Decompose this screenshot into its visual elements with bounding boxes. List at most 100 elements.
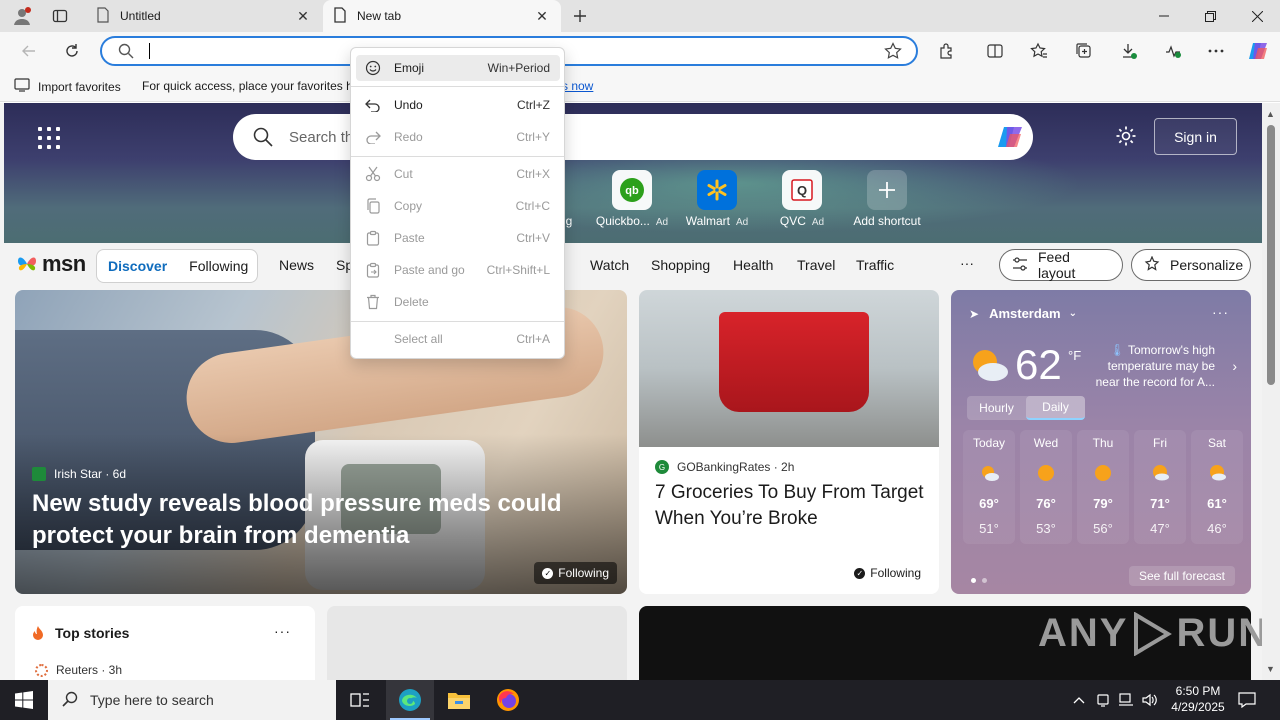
following-label: Following [558,566,609,580]
performance-icon[interactable] [1158,36,1188,66]
weather-location[interactable]: ➤ Amsterdam ⌄ [969,306,1077,321]
personalize-button[interactable]: Personalize [1131,249,1251,281]
menu-item-emoji[interactable]: Emoji Win+Period [356,55,560,81]
start-button[interactable] [0,680,48,720]
tab-new-tab[interactable]: New tab ✕ [323,0,561,32]
carousel-dot[interactable] [982,578,987,583]
import-favorites-button[interactable]: Import favorites [14,78,121,95]
extensions-icon[interactable] [932,36,962,66]
refresh-button[interactable] [57,36,87,66]
nav-more-button[interactable]: ··· [960,255,974,271]
menu-item-redo[interactable]: Redo Ctrl+Y [356,124,560,150]
mode-hourly[interactable]: Hourly [967,396,1026,420]
feed-layout-button[interactable]: Feed layout [999,249,1123,281]
taskbar-edge[interactable] [386,680,434,720]
news-headline[interactable]: 7 Groceries To Buy From Target When You’… [655,480,925,532]
add-shortcut-button[interactable]: Add shortcut [848,170,926,228]
page-scrollbar[interactable]: ▲ ▼ [1262,103,1280,680]
nav-news[interactable]: News [279,257,314,273]
nav-travel[interactable]: Travel [797,257,835,273]
scroll-up-arrow-icon[interactable]: ▲ [1266,109,1275,119]
menu-item-paste[interactable]: Paste Ctrl+V [356,225,560,251]
scroll-thumb[interactable] [1267,125,1275,385]
tab-actions-icon[interactable] [46,4,74,28]
nav-watch[interactable]: Watch [590,257,629,273]
weather-more-icon[interactable]: ··· [1212,304,1229,320]
carousel-dot[interactable] [971,578,976,583]
anyrun-watermark: ANY RUN [1038,611,1269,656]
close-tab-icon[interactable]: ✕ [294,8,312,25]
notifications-button[interactable] [1232,680,1262,720]
scroll-down-arrow-icon[interactable]: ▼ [1266,664,1275,674]
menu-item-label: Select all [394,332,443,346]
menu-item-paste-and-go[interactable]: Paste and go Ctrl+Shift+L [356,257,560,283]
manage-favorites-link[interactable]: s now [562,79,593,93]
apps-launcher-icon[interactable] [38,127,60,149]
minimize-button[interactable] [1141,0,1187,32]
more-options-icon[interactable]: ··· [274,623,291,639]
see-full-forecast-button[interactable]: See full forecast [1128,566,1235,586]
favorites-icon[interactable] [1024,36,1054,66]
menu-item-delete[interactable]: Delete [356,289,560,315]
text-cursor [149,43,150,59]
new-tab-button[interactable] [566,4,594,28]
weather-notice[interactable]: 🌡 Tomorrow's high temperature may be nea… [1095,342,1215,390]
tab-untitled[interactable]: Untitled ✕ [86,0,322,32]
msn-logo[interactable]: msn [16,251,86,277]
top-stories-card[interactable]: Top stories ··· Reuters · 3h [15,606,315,680]
nav-shopping[interactable]: Shopping [651,257,710,273]
menu-item-copy[interactable]: Copy Ctrl+C [356,193,560,219]
copilot-icon[interactable] [1243,36,1273,66]
nav-health[interactable]: Health [733,257,773,273]
close-window-button[interactable] [1234,0,1280,32]
settings-more-icon[interactable] [1201,36,1231,66]
temperature-unit[interactable]: °F [1068,348,1081,363]
menu-item-select-all[interactable]: Select all Ctrl+A [356,326,560,352]
tab-following[interactable]: Following [178,258,259,274]
favorite-star-icon[interactable] [884,42,902,63]
tray-device-icon[interactable] [1092,680,1114,720]
forecast-day[interactable]: Sat 61° 46° [1191,430,1243,544]
news-headline[interactable]: New study reveals blood pressure meds co… [32,488,592,552]
sign-in-button[interactable]: Sign in [1154,118,1237,155]
menu-item-undo[interactable]: Undo Ctrl+Z [356,92,560,118]
context-menu: Emoji Win+Period Undo Ctrl+Z Redo Ctrl+Y… [350,47,565,359]
following-label: Following [870,566,921,580]
forecast-day[interactable]: Wed 76° 53° [1020,430,1072,544]
restore-button[interactable] [1187,0,1233,32]
shortcut-walmart[interactable]: Walmart Ad [678,170,756,228]
weather-card[interactable]: ➤ Amsterdam ⌄ ··· 62 °F 🌡 Tomorrow's hig… [951,290,1251,594]
chevron-right-icon[interactable]: › [1232,358,1237,374]
shortcut-quickbooks[interactable]: qb Quickbo... Ad [593,170,671,228]
taskbar-file-explorer[interactable] [435,680,483,720]
following-badge[interactable]: ✓ Following [846,562,929,584]
copilot-icon[interactable] [995,122,1025,152]
menu-item-cut[interactable]: Cut Ctrl+X [356,161,560,187]
taskbar-firefox[interactable] [484,680,532,720]
profile-icon[interactable] [8,4,36,28]
tab-discover[interactable]: Discover [97,258,178,274]
close-tab-icon[interactable]: ✕ [533,8,551,25]
mode-daily[interactable]: Daily [1026,396,1085,420]
news-card-grocery[interactable]: G GOBankingRates · 2h 7 Groceries To Buy… [639,290,939,594]
split-screen-icon[interactable] [980,36,1010,66]
clock-time: 6:50 PM [1175,684,1221,698]
forecast-day[interactable]: Thu 79° 56° [1077,430,1129,544]
nav-traffic[interactable]: Traffic [856,257,894,273]
collections-icon[interactable] [1069,36,1099,66]
volume-icon[interactable] [1139,680,1161,720]
thermometer-icon: 🌡 [1109,343,1125,357]
task-view-button[interactable] [336,680,384,720]
network-icon[interactable] [1115,680,1137,720]
show-hidden-icons[interactable] [1068,680,1090,720]
shortcut-qvc[interactable]: Q QVC Ad [763,170,841,228]
system-clock[interactable]: 6:50 PM 4/29/2025 [1166,683,1230,715]
downloads-icon[interactable] [1114,36,1144,66]
forecast-day[interactable]: Today 69° 51° [963,430,1015,544]
page-settings-gear-icon[interactable] [1115,125,1137,150]
forecast-day[interactable]: Fri 71° 47° [1134,430,1186,544]
chevron-up-icon [1073,697,1085,704]
following-badge[interactable]: ✓ Following [534,562,617,584]
back-button[interactable] [14,36,44,66]
taskbar-search-box[interactable]: Type here to search [48,680,336,720]
